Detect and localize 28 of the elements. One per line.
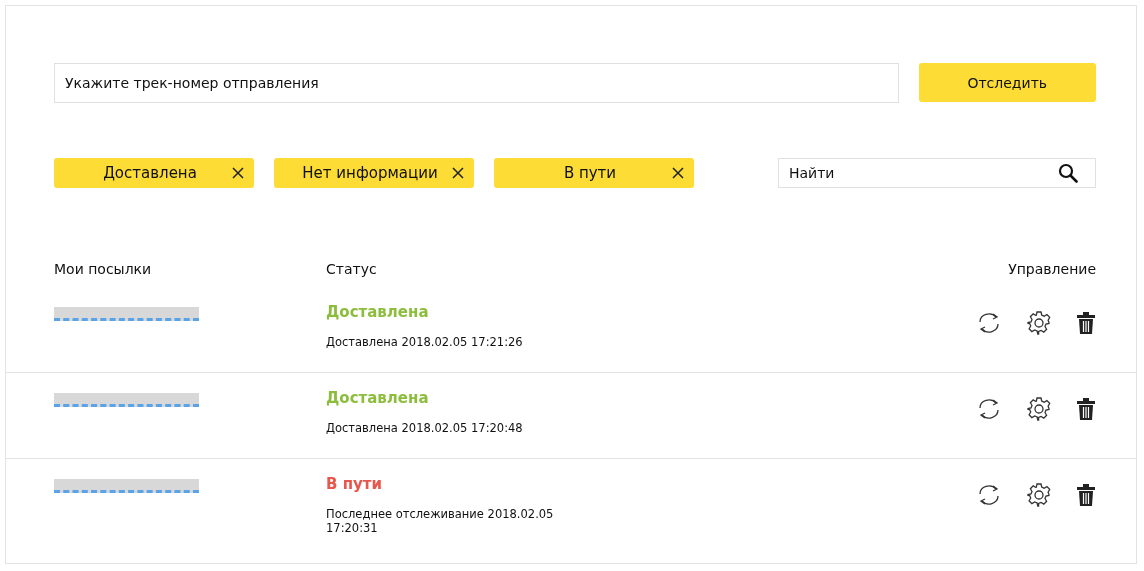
- filter-label: Доставлена: [102, 164, 198, 182]
- trash-icon[interactable]: [1076, 397, 1096, 421]
- column-header: Статус: [326, 261, 378, 277]
- refresh-icon[interactable]: [976, 482, 1002, 508]
- status-detail: Последнее отслеживание 2018.02.05 17:20:31: [326, 507, 555, 535]
- status-text: Доставлена: [326, 389, 430, 407]
- status-detail: Доставлена 2018.02.05 17:20:48: [326, 421, 524, 435]
- column-header: Управление: [1008, 261, 1096, 277]
- filter-label: В пути: [562, 164, 618, 182]
- settings-icon[interactable]: [1026, 396, 1052, 422]
- trash-icon[interactable]: [1076, 483, 1096, 507]
- status-text: В пути: [326, 475, 383, 493]
- settings-icon[interactable]: [1026, 482, 1052, 508]
- trash-icon[interactable]: [1076, 311, 1096, 335]
- refresh-icon[interactable]: [976, 310, 1002, 336]
- close-icon[interactable]: [452, 167, 464, 179]
- filter-label: Нет информации: [301, 164, 439, 182]
- close-icon[interactable]: [672, 167, 684, 179]
- column-header: Мои посылки: [54, 261, 153, 277]
- refresh-icon[interactable]: [976, 396, 1002, 422]
- tracking-number-field[interactable]: Укажите трек-номер отправления: [54, 63, 899, 103]
- settings-icon[interactable]: [1026, 310, 1052, 336]
- status-detail: Доставлена 2018.02.05 17:21:26: [326, 335, 524, 349]
- status-text: Доставлена: [326, 303, 430, 321]
- track-button[interactable]: Отследить: [918, 63, 1096, 102]
- search-field[interactable]: Найти: [778, 158, 1096, 188]
- close-icon[interactable]: [232, 167, 244, 179]
- search-icon[interactable]: [1058, 163, 1078, 183]
